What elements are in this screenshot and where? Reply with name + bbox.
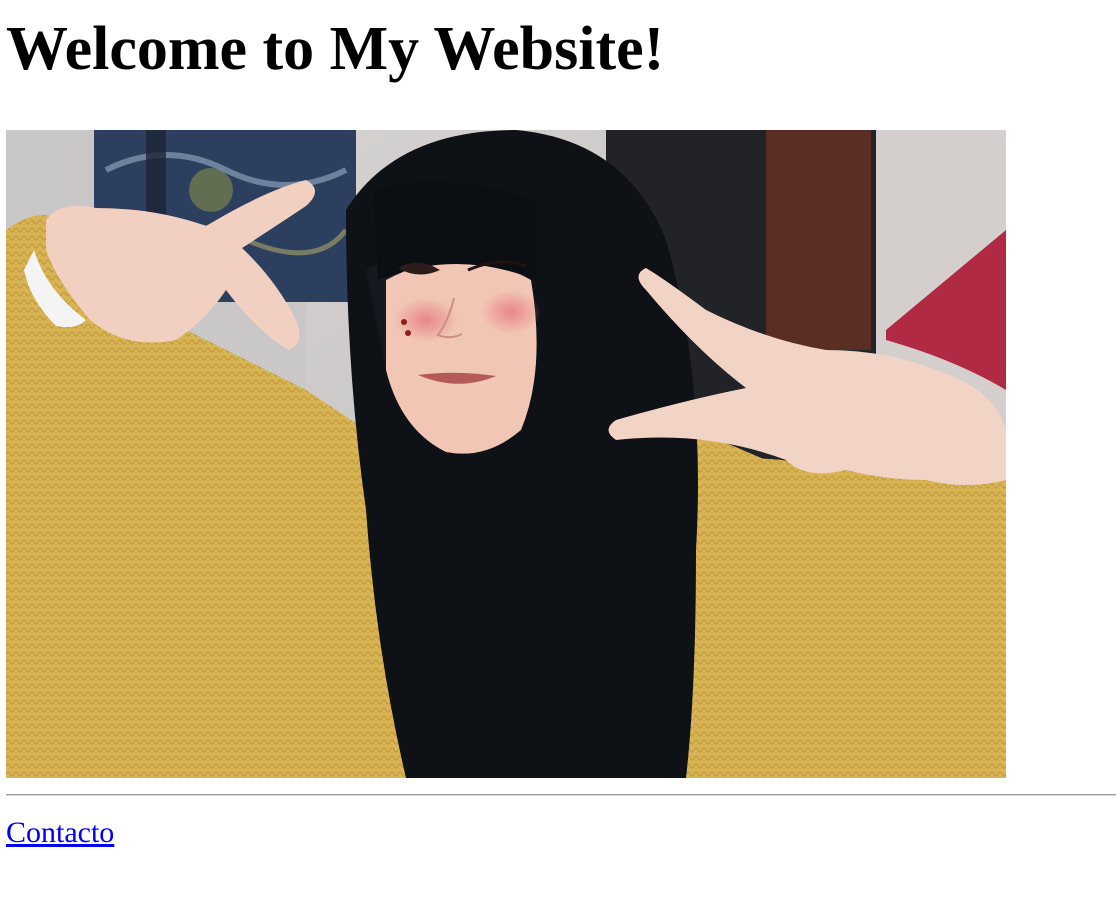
profile-photo <box>6 130 1006 778</box>
contact-link[interactable]: Contacto <box>6 815 114 851</box>
page-title: Welcome to My Website! <box>6 15 665 83</box>
horizontal-divider <box>6 794 1116 796</box>
